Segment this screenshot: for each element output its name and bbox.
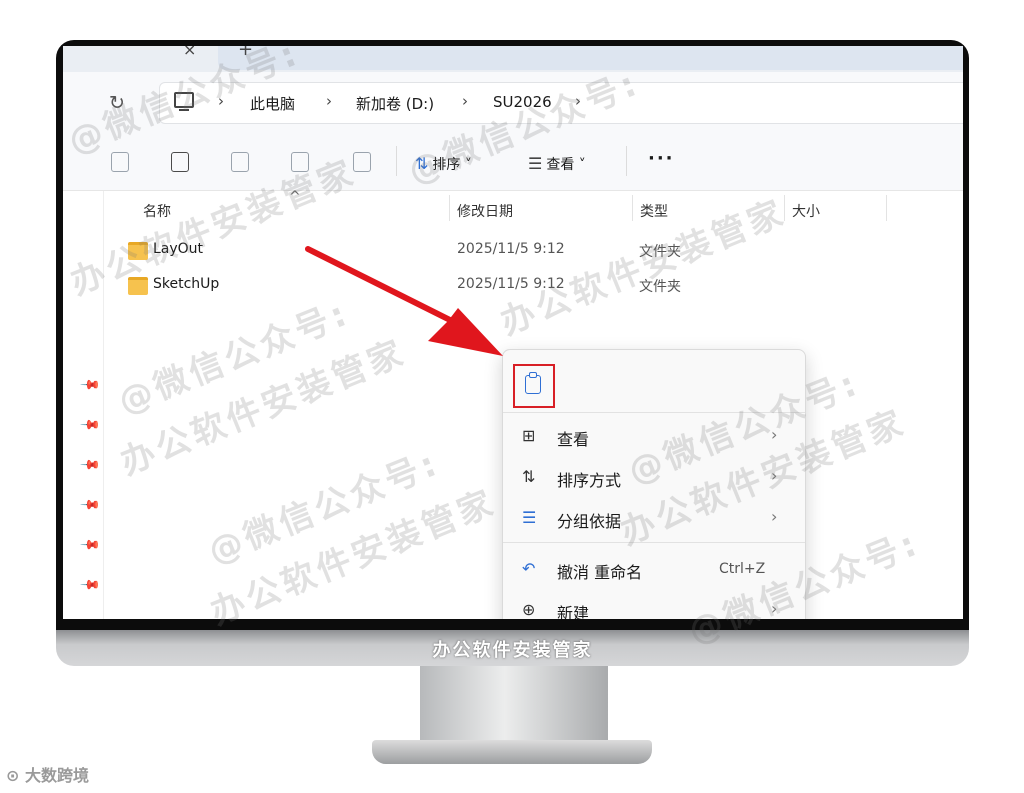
pin-icon[interactable]: 📌 [79, 494, 101, 516]
chevron-right-icon[interactable]: › [575, 92, 581, 110]
navigation-pane: 📌 📌 📌 📌 📌 📌 [63, 191, 104, 619]
menu-item-new[interactable]: ⊕ 新建 › [503, 590, 805, 619]
view-label: 查看 [546, 157, 575, 173]
monitor-stand-base [372, 740, 652, 764]
monitor-stand-neck [420, 666, 608, 744]
context-menu: ⊞ 查看 › ⇅ 排序方式 › ☰ 分组依据 › ↶ 撤消 重命名 Ctrl+Z… [502, 349, 806, 619]
sort-label: 排序 [432, 157, 461, 173]
corner-logo: ⊙ 大数跨境 [6, 766, 89, 785]
new-tab-icon[interactable]: + [238, 46, 253, 60]
file-name: LayOut [153, 241, 204, 257]
chevron-right-icon: › [771, 599, 778, 618]
paste-icon[interactable] [525, 372, 541, 394]
column-size[interactable]: 大小 [792, 201, 820, 221]
tab-strip-background [218, 46, 963, 70]
menu-item-label: 新建 [557, 604, 590, 619]
column-date[interactable]: 修改日期 [457, 201, 513, 221]
column-headers: ^ 名称 修改日期 类型 大小 [104, 189, 963, 223]
shortcut-label: Ctrl+Z [719, 561, 766, 577]
view-button[interactable]: ☰ 查看 ˅ [528, 154, 586, 174]
plus-circle-icon: ⊕ [522, 600, 536, 619]
menu-item-undo-rename[interactable]: ↶ 撤消 重命名 Ctrl+Z [503, 549, 805, 589]
copy-icon[interactable] [111, 152, 129, 172]
menu-item-label: 撤消 重命名 [557, 563, 643, 582]
view-icon: ☰ [528, 154, 543, 173]
monitor-brand-text: 办公软件安装管家 [432, 640, 593, 661]
file-row[interactable]: SketchUp 2025/11/5 9:12 文件夹 [104, 269, 963, 303]
address-row: ↻ › 此电脑 › 新加卷 (D:) › SU2026 › [63, 72, 963, 134]
pin-icon[interactable]: 📌 [79, 534, 101, 556]
list-icon: ☰ [522, 508, 537, 527]
column-separator[interactable] [886, 195, 887, 221]
menu-divider [503, 542, 805, 543]
column-type[interactable]: 类型 [640, 201, 668, 221]
chevron-right-icon[interactable]: › [326, 92, 332, 110]
sort-icon: ⇅ [415, 154, 429, 173]
column-separator[interactable] [632, 195, 633, 221]
folder-icon [128, 277, 148, 295]
monitor-chin: 办公软件安装管家 [56, 630, 969, 666]
tab-strip: × + [63, 46, 963, 72]
menu-item-label: 分组依据 [557, 512, 622, 531]
breadcrumb-folder[interactable]: SU2026 [493, 93, 552, 111]
sort-button[interactable]: ⇅ 排序 ˅ [415, 154, 472, 174]
pin-icon[interactable]: 📌 [79, 414, 101, 436]
explorer-window: × + ↻ › 此电脑 › 新加卷 (D:) › SU2026 › ⇅ 排序 ˅ … [63, 46, 963, 619]
menu-item-label: 排序方式 [557, 471, 622, 490]
file-name: SketchUp [153, 276, 220, 292]
command-bar: ⇅ 排序 ˅ ☰ 查看 ˅ ··· [63, 134, 963, 191]
sort-ascending-icon: ^ [289, 189, 301, 205]
toolbar-divider [396, 146, 397, 176]
chevron-right-icon: › [771, 466, 778, 485]
column-separator[interactable] [784, 195, 785, 221]
file-row[interactable]: LayOut 2025/11/5 9:12 文件夹 [104, 234, 963, 268]
refresh-icon[interactable]: ↻ [109, 92, 125, 114]
paste-icon[interactable] [171, 152, 189, 172]
menu-item-sort-by[interactable]: ⇅ 排序方式 › [503, 457, 805, 497]
chevron-right-icon: › [771, 507, 778, 526]
corner-logo-text: 大数跨境 [24, 766, 89, 785]
rename-icon[interactable] [231, 152, 249, 172]
pin-icon[interactable]: 📌 [79, 374, 101, 396]
breadcrumb-this-pc[interactable]: 此电脑 [250, 93, 295, 114]
pin-icon[interactable]: 📌 [79, 454, 101, 476]
column-separator[interactable] [449, 195, 450, 221]
share-icon[interactable] [291, 152, 309, 172]
file-type: 文件夹 [639, 244, 681, 260]
pin-icon[interactable]: 📌 [79, 574, 101, 596]
chevron-right-icon[interactable]: › [218, 92, 224, 110]
file-date: 2025/11/5 9:12 [457, 241, 565, 257]
file-date: 2025/11/5 9:12 [457, 276, 565, 292]
close-tab-icon[interactable]: × [183, 46, 196, 59]
grid-icon: ⊞ [522, 426, 536, 445]
paste-highlight-box [513, 364, 555, 408]
column-name[interactable]: 名称 [143, 201, 171, 221]
chevron-right-icon: › [771, 425, 778, 444]
folder-icon [128, 242, 148, 260]
more-options-button[interactable]: ··· [648, 148, 675, 169]
menu-item-view[interactable]: ⊞ 查看 › [503, 416, 805, 456]
computer-icon [174, 92, 194, 111]
menu-divider [503, 412, 805, 413]
chevron-right-icon[interactable]: › [462, 92, 468, 110]
menu-item-label: 查看 [557, 430, 590, 449]
breadcrumb-drive[interactable]: 新加卷 (D:) [356, 93, 434, 114]
undo-icon: ↶ [522, 559, 536, 578]
menu-item-group-by[interactable]: ☰ 分组依据 › [503, 498, 805, 538]
toolbar-divider [626, 146, 627, 176]
file-type: 文件夹 [639, 279, 681, 295]
address-bar[interactable]: › 此电脑 › 新加卷 (D:) › SU2026 › [159, 82, 963, 124]
delete-icon[interactable] [353, 152, 371, 172]
sort-icon: ⇅ [522, 467, 536, 486]
